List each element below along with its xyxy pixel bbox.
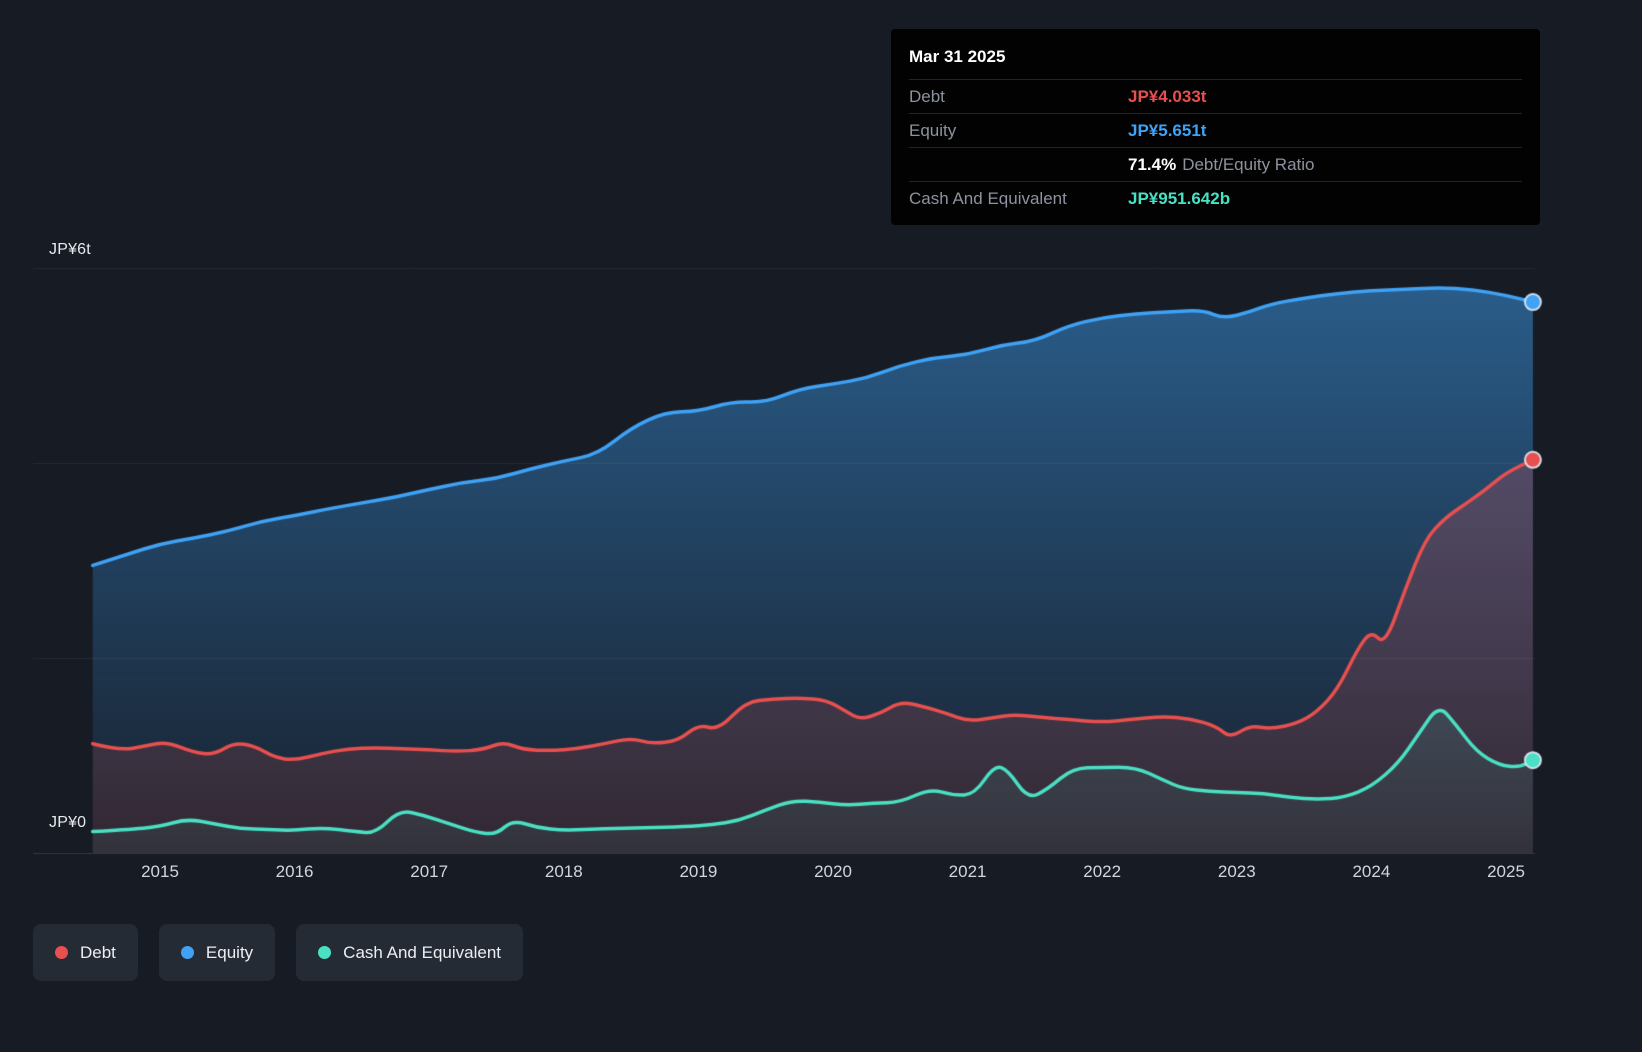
tooltip-ratio-label: Debt/Equity Ratio bbox=[1182, 155, 1314, 174]
x-tick-2024: 2024 bbox=[1352, 862, 1390, 882]
tooltip-row-cash: Cash And Equivalent JP¥951.642b bbox=[909, 181, 1522, 215]
tooltip-row-equity: Equity JP¥5.651t bbox=[909, 113, 1522, 147]
y-axis-label-zero: JP¥0 bbox=[49, 814, 86, 832]
y-axis-label-top: JP¥6t bbox=[49, 241, 91, 259]
x-tick-2025: 2025 bbox=[1487, 862, 1525, 882]
tooltip-cash-value: JP¥951.642b bbox=[1128, 189, 1522, 208]
x-axis-ticks: 2015 2016 2017 2018 2019 2020 2021 2022 2023 2024… bbox=[0, 862, 1642, 884]
x-tick-2023: 2023 bbox=[1218, 862, 1256, 882]
x-tick-2018: 2018 bbox=[545, 862, 583, 882]
legend: Debt Equity Cash And Equivalent bbox=[33, 924, 523, 981]
legend-label: Debt bbox=[80, 943, 116, 963]
legend-item-debt[interactable]: Debt bbox=[33, 924, 138, 981]
legend-label: Equity bbox=[206, 943, 253, 963]
tooltip-debt-label: Debt bbox=[909, 87, 1128, 106]
chart-page: JP¥6t JP¥0 20152016201720182019202020212… bbox=[0, 0, 1642, 1052]
legend-item-cash-and-equivalent[interactable]: Cash And Equivalent bbox=[296, 924, 523, 981]
legend-label: Cash And Equivalent bbox=[343, 943, 501, 963]
tooltip-ratio-value: 71.4% bbox=[1128, 155, 1176, 174]
tooltip-row-debt: Debt JP¥4.033t bbox=[909, 79, 1522, 113]
x-tick-2019: 2019 bbox=[679, 862, 717, 882]
legend-dot-icon bbox=[318, 946, 331, 959]
chart-tooltip: Mar 31 2025 Debt JP¥4.033t Equity JP¥5.6… bbox=[891, 29, 1540, 225]
legend-dot-icon bbox=[55, 946, 68, 959]
x-tick-2016: 2016 bbox=[276, 862, 314, 882]
x-tick-2020: 2020 bbox=[814, 862, 852, 882]
x-tick-2021: 2021 bbox=[949, 862, 987, 882]
tooltip-date: Mar 31 2025 bbox=[909, 37, 1522, 79]
tooltip-row-ratio: 71.4% Debt/Equity Ratio bbox=[909, 147, 1522, 181]
x-tick-2015: 2015 bbox=[141, 862, 179, 882]
tooltip-equity-label: Equity bbox=[909, 121, 1128, 140]
tooltip-ratio: 71.4% Debt/Equity Ratio bbox=[1128, 155, 1522, 174]
tooltip-cash-label: Cash And Equivalent bbox=[909, 189, 1128, 208]
tooltip-equity-value: JP¥5.651t bbox=[1128, 121, 1522, 140]
legend-item-equity[interactable]: Equity bbox=[159, 924, 275, 981]
x-tick-2017: 2017 bbox=[410, 862, 448, 882]
legend-dot-icon bbox=[181, 946, 194, 959]
x-tick-2022: 2022 bbox=[1083, 862, 1121, 882]
tooltip-debt-value: JP¥4.033t bbox=[1128, 87, 1522, 106]
